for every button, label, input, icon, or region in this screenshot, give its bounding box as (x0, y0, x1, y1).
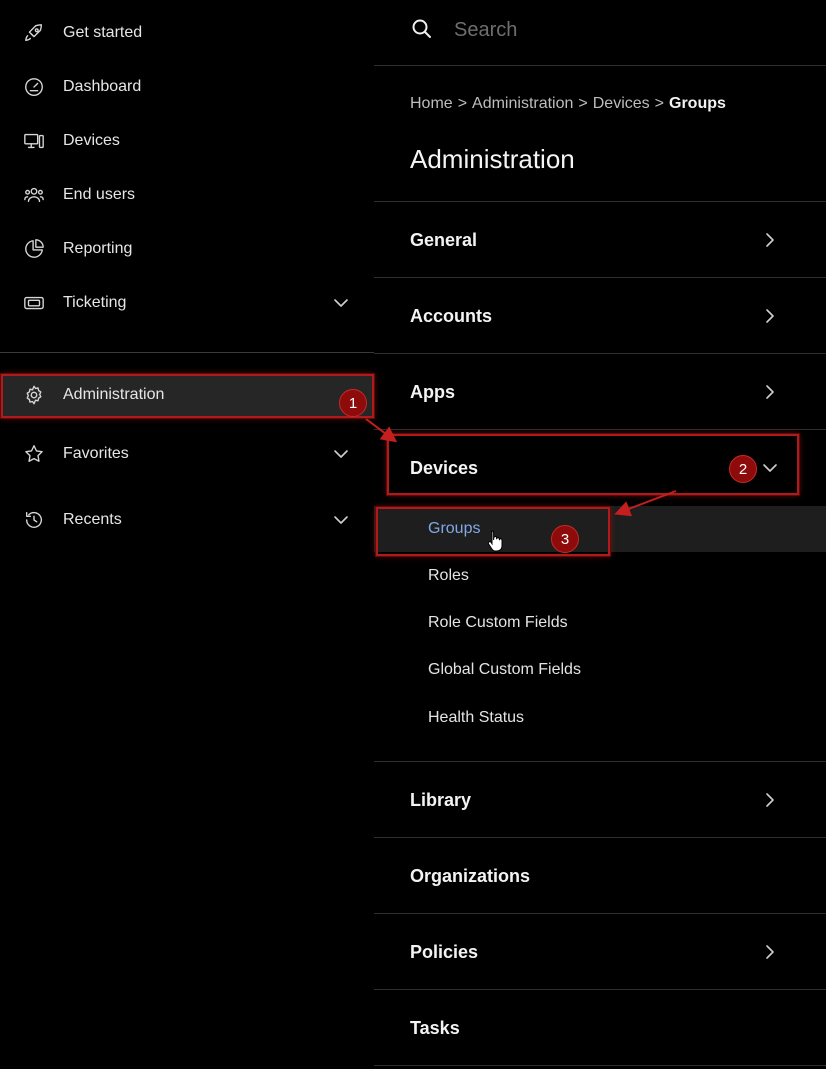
section-label: Accounts (410, 306, 493, 326)
annotation-badge-2: 2 (729, 455, 757, 483)
chevron-right-icon (760, 790, 780, 810)
breadcrumb-separator: > (654, 95, 664, 112)
search-icon[interactable] (411, 18, 433, 40)
section-label: Tasks (410, 1018, 460, 1038)
history-icon (22, 508, 46, 532)
nav-item-ticketing[interactable]: Ticketing (0, 281, 374, 325)
section-organizations[interactable]: Organizations (374, 837, 826, 913)
annotation-box-administration (1, 374, 374, 418)
subitem-health-status[interactable]: Health Status (374, 695, 826, 741)
breadcrumb-separator: > (457, 95, 468, 112)
breadcrumb-devices[interactable]: Devices (593, 95, 650, 112)
breadcrumb-administration[interactable]: Administration (472, 95, 573, 112)
subitem-label: Role Custom Fields (428, 614, 568, 631)
nav-label: Ticketing (63, 294, 127, 311)
star-icon (22, 442, 46, 466)
nav-item-devices[interactable]: Devices (0, 119, 374, 163)
nav-label: Favorites (63, 445, 129, 462)
nav-item-dashboard[interactable]: Dashboard (0, 65, 374, 109)
subitem-global-custom-fields[interactable]: Global Custom Fields (374, 647, 826, 693)
nav-item-end-users[interactable]: End users (0, 173, 374, 217)
left-navigation: Get started Dashboard Devices End users … (0, 0, 374, 1069)
nav-item-recents[interactable]: Recents (0, 498, 374, 542)
nav-item-reporting[interactable]: Reporting (0, 227, 374, 271)
section-tasks[interactable]: Tasks (374, 989, 826, 1066)
chevron-right-icon (760, 306, 780, 326)
chevron-down-icon[interactable] (331, 510, 351, 530)
breadcrumb: Home > Administration > Devices > Groups (410, 95, 726, 113)
chevron-right-icon (760, 382, 780, 402)
subitem-role-custom-fields[interactable]: Role Custom Fields (374, 600, 826, 646)
page-title: Administration (410, 144, 575, 174)
annotation-badge-3: 3 (551, 525, 579, 553)
gauge-icon (22, 75, 46, 99)
chevron-down-icon[interactable] (331, 444, 351, 464)
pie-chart-icon (22, 237, 46, 261)
annotation-badge-1: 1 (339, 389, 367, 417)
section-label: Apps (410, 382, 455, 402)
search-bar (374, 0, 826, 66)
breadcrumb-current: Groups (669, 95, 726, 112)
section-policies[interactable]: Policies (374, 913, 826, 989)
nav-label: Dashboard (63, 78, 142, 95)
subitem-label: Global Custom Fields (428, 661, 581, 678)
nav-divider (0, 352, 374, 353)
section-accounts[interactable]: Accounts (374, 277, 826, 353)
nav-label: Devices (63, 132, 120, 149)
subitem-label: Roles (428, 567, 469, 584)
nav-label: Recents (63, 511, 122, 528)
nav-label: Reporting (63, 240, 133, 257)
nav-label: Get started (63, 24, 143, 41)
subitem-label: Health Status (428, 709, 525, 726)
ticket-icon (22, 291, 46, 315)
rocket-icon (22, 21, 46, 45)
devices-icon (22, 129, 46, 153)
section-general[interactable]: General (374, 201, 826, 277)
search-input[interactable] (454, 14, 794, 46)
users-icon (22, 183, 46, 207)
section-apps[interactable]: Apps (374, 353, 826, 429)
nav-item-favorites[interactable]: Favorites (0, 432, 374, 476)
hand-cursor-icon (487, 530, 503, 552)
section-label: Library (410, 790, 472, 810)
section-library[interactable]: Library (374, 761, 826, 837)
section-label: General (410, 230, 478, 250)
chevron-down-icon[interactable] (331, 293, 351, 313)
breadcrumb-home[interactable]: Home (410, 95, 453, 112)
section-label: Policies (410, 942, 479, 962)
breadcrumb-separator: > (578, 95, 588, 112)
section-label: Organizations (410, 866, 531, 886)
chevron-right-icon (760, 942, 780, 962)
nav-item-get-started[interactable]: Get started (0, 11, 374, 55)
chevron-right-icon (760, 230, 780, 250)
nav-label: End users (63, 186, 136, 203)
subitem-roles[interactable]: Roles (374, 553, 826, 599)
